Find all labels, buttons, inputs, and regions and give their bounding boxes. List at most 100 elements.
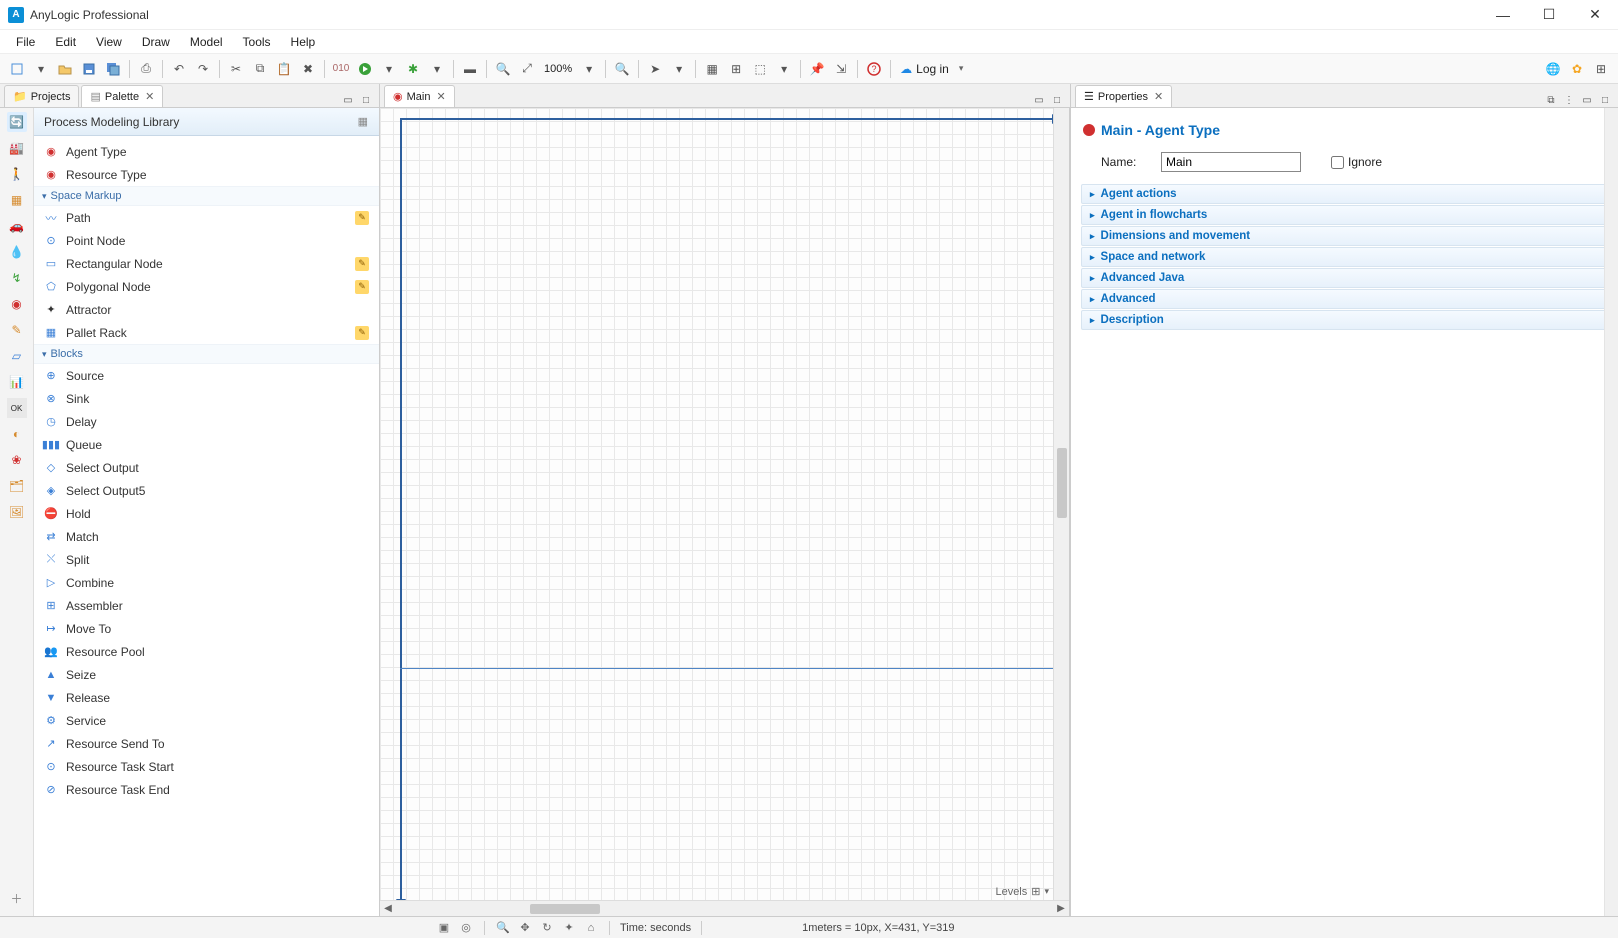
ignore-checkbox[interactable]: [1331, 156, 1344, 169]
status-zoom-icon[interactable]: 🔍: [495, 920, 511, 936]
cut-button[interactable]: ✂: [225, 58, 247, 80]
paste-button[interactable]: 📋: [273, 58, 295, 80]
palette-item-delay[interactable]: ◷Delay: [34, 410, 379, 433]
palette-item-point-node[interactable]: ⊙Point Node: [34, 229, 379, 252]
add-library-button[interactable]: ＋: [7, 888, 27, 908]
palette-item-path[interactable]: 〰Path✎: [34, 206, 379, 229]
palette-item-polygonal-node[interactable]: ⬠Polygonal Node✎: [34, 275, 379, 298]
save-all-button[interactable]: [102, 58, 124, 80]
library-action-icon[interactable]: ❀: [7, 450, 27, 470]
delete-button[interactable]: ✖: [297, 58, 319, 80]
maximize-view-button[interactable]: □: [1050, 93, 1064, 107]
minimize-view-button[interactable]: ▭: [1580, 93, 1594, 107]
status-home-icon[interactable]: ⌂: [583, 920, 599, 936]
status-measure-icon[interactable]: ✦: [561, 920, 577, 936]
menu-tools[interactable]: Tools: [235, 32, 279, 52]
status-target-icon[interactable]: ◎: [458, 920, 474, 936]
palette-item-seize[interactable]: ▲Seize: [34, 663, 379, 686]
experiment-button[interactable]: ✿: [1566, 58, 1588, 80]
undo-button[interactable]: ↶: [168, 58, 190, 80]
library-controls-icon[interactable]: OK: [7, 398, 27, 418]
section-agent-actions[interactable]: ▸Agent actions: [1081, 184, 1608, 204]
section-advanced[interactable]: ▸Advanced: [1081, 289, 1608, 309]
snap-button[interactable]: ⊞: [725, 58, 747, 80]
tab-palette[interactable]: ▤ Palette ✕: [81, 85, 163, 107]
palette-item-resource-pool[interactable]: 👥Resource Pool: [34, 640, 379, 663]
palette-item-select-output[interactable]: ◇Select Output: [34, 456, 379, 479]
palette-item-resource-type[interactable]: ◉Resource Type: [34, 163, 379, 186]
palette-item-move-to[interactable]: ↦Move To: [34, 617, 379, 640]
horizontal-scrollbar[interactable]: ◀ ▶: [380, 900, 1069, 916]
menu-model[interactable]: Model: [182, 32, 231, 52]
palette-item-pallet-rack[interactable]: ▦Pallet Rack✎: [34, 321, 379, 344]
menu-draw[interactable]: Draw: [134, 32, 178, 52]
library-analysis-icon[interactable]: 📊: [7, 372, 27, 392]
close-icon[interactable]: ✕: [1154, 90, 1163, 103]
stop-button[interactable]: ▬: [459, 58, 481, 80]
palette-item-sink[interactable]: ⊗Sink: [34, 387, 379, 410]
palette-item-agent-type[interactable]: ◉Agent Type: [34, 140, 379, 163]
tab-properties[interactable]: ☰ Properties ✕: [1075, 85, 1172, 107]
palette-item-hold[interactable]: ⛔Hold: [34, 502, 379, 525]
search-button[interactable]: 🔍: [611, 58, 633, 80]
library-connectivity-icon[interactable]: 🗂: [7, 476, 27, 496]
build-button[interactable]: 010: [330, 58, 352, 80]
help-button[interactable]: ?: [863, 58, 885, 80]
palette-item-service[interactable]: ⚙Service: [34, 709, 379, 732]
library-material-icon[interactable]: 🏭: [7, 138, 27, 158]
redo-button[interactable]: ↷: [192, 58, 214, 80]
pointer-dropdown[interactable]: ▾: [668, 58, 690, 80]
maximize-view-button[interactable]: □: [359, 93, 373, 107]
section-dimensions-movement[interactable]: ▸Dimensions and movement: [1081, 226, 1608, 246]
vertical-scrollbar[interactable]: [1053, 108, 1069, 900]
library-pedestrian-icon[interactable]: 🚶: [7, 164, 27, 184]
close-icon[interactable]: ✕: [145, 90, 154, 103]
palette-item-resource-task-start[interactable]: ⊙Resource Task Start: [34, 755, 379, 778]
levels-indicator[interactable]: Levels ⊞ ▾: [995, 885, 1049, 898]
library-system-icon[interactable]: ↯: [7, 268, 27, 288]
properties-scrollbar[interactable]: [1604, 108, 1618, 916]
palette-item-resource-send-to[interactable]: ↗Resource Send To: [34, 732, 379, 755]
name-input[interactable]: [1161, 152, 1301, 172]
save-button[interactable]: [78, 58, 100, 80]
palette-group-space-markup[interactable]: ▾Space Markup: [34, 186, 379, 206]
menu-view[interactable]: View: [88, 32, 130, 52]
tab-projects[interactable]: 📁 Projects: [4, 85, 79, 107]
login-button[interactable]: ☁ Log in ▾: [896, 62, 967, 76]
grid-button[interactable]: ▦: [701, 58, 723, 80]
library-agent-icon[interactable]: ◉: [7, 294, 27, 314]
palette-item-select-output5[interactable]: ◈Select Output5: [34, 479, 379, 502]
palette-item-match[interactable]: ⇄Match: [34, 525, 379, 548]
status-pan-icon[interactable]: ✥: [517, 920, 533, 936]
palette-item-queue[interactable]: ▮▮▮Queue: [34, 433, 379, 456]
debug-button[interactable]: ✱: [402, 58, 424, 80]
new-button[interactable]: [6, 58, 28, 80]
section-advanced-java[interactable]: ▸Advanced Java: [1081, 268, 1608, 288]
minimize-view-button[interactable]: ▭: [1032, 93, 1046, 107]
scroll-left-icon[interactable]: ◀: [380, 903, 396, 914]
minimize-button[interactable]: —: [1488, 5, 1518, 25]
palette-item-rectangular-node[interactable]: ▭Rectangular Node✎: [34, 252, 379, 275]
zoom-out-button[interactable]: 🔍: [492, 58, 514, 80]
copy-button[interactable]: ⧉: [249, 58, 271, 80]
zoom-fit-button[interactable]: ⤢: [516, 58, 538, 80]
new-dropdown[interactable]: ▾: [30, 58, 52, 80]
zoom-level[interactable]: 100%: [540, 63, 576, 75]
menu-help[interactable]: Help: [283, 32, 324, 52]
toggle-icon[interactable]: ⋮: [1562, 93, 1576, 107]
palette-item-release[interactable]: ▼Release: [34, 686, 379, 709]
link-icon[interactable]: ⧉: [1544, 93, 1558, 107]
export-button[interactable]: ⇲: [830, 58, 852, 80]
maximize-button[interactable]: ☐: [1534, 5, 1564, 25]
maximize-view-button[interactable]: □: [1598, 93, 1612, 107]
debug-dropdown[interactable]: ▾: [426, 58, 448, 80]
print-button[interactable]: ⎙: [135, 58, 157, 80]
status-view-icon[interactable]: ▣: [436, 920, 452, 936]
section-agent-in-flowcharts[interactable]: ▸Agent in flowcharts: [1081, 205, 1608, 225]
palette-item-source[interactable]: ⊕Source: [34, 364, 379, 387]
open-button[interactable]: [54, 58, 76, 80]
close-icon[interactable]: ✕: [436, 90, 445, 103]
close-button[interactable]: ✕: [1580, 5, 1610, 25]
palette-item-attractor[interactable]: ✦Attractor: [34, 298, 379, 321]
palette-item-split[interactable]: ⤬Split: [34, 548, 379, 571]
